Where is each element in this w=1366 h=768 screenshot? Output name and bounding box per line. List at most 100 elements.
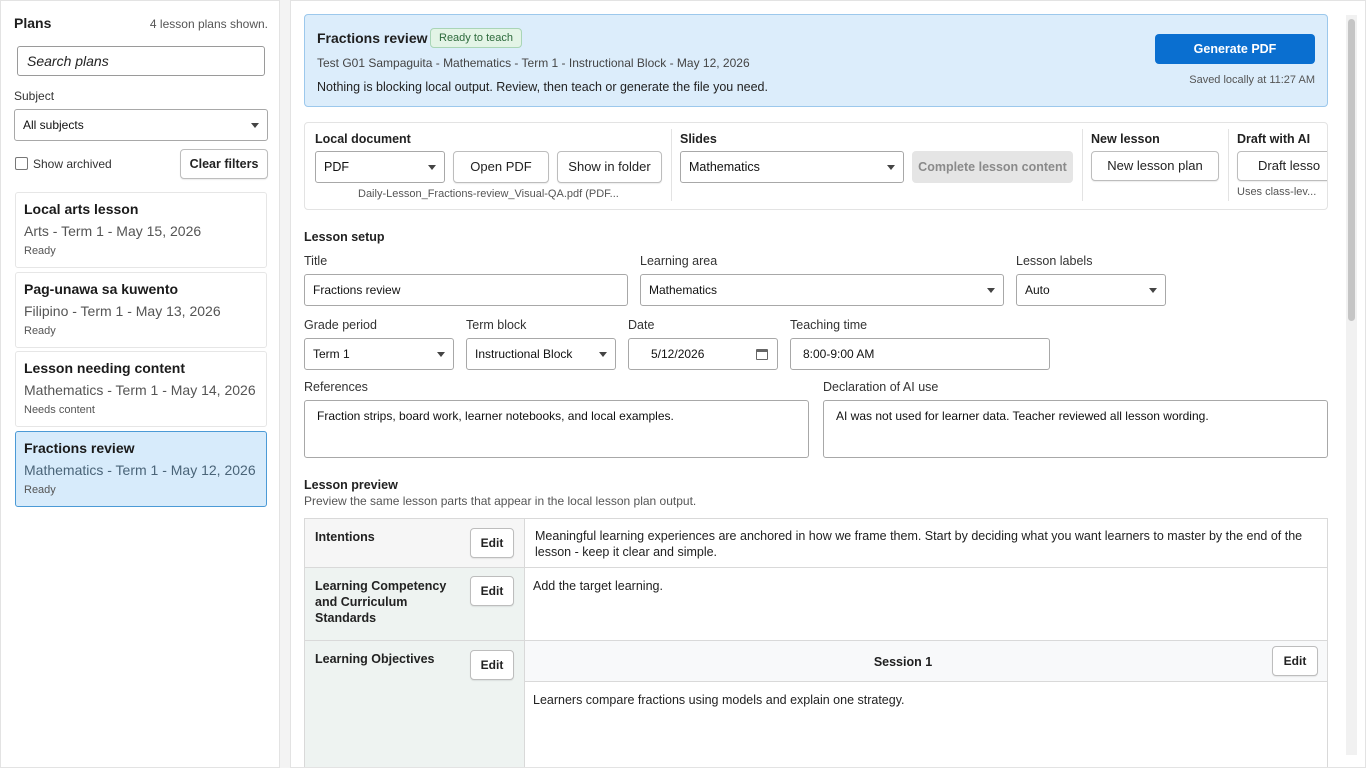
term-block-label: Term block <box>466 318 527 332</box>
open-pdf-button[interactable]: Open PDF <box>453 151 549 183</box>
subject-select-value: All subjects <box>23 118 84 132</box>
chevron-down-icon <box>437 352 445 357</box>
banner-title: Fractions review <box>317 30 428 46</box>
references-field[interactable]: Fraction strips, board work, learner not… <box>304 400 809 458</box>
learning-area-value: Mathematics <box>649 283 718 297</box>
local-document-label: Local document <box>315 132 411 146</box>
generate-pdf-button[interactable]: Generate PDF <box>1155 34 1315 64</box>
main-scrollbar[interactable] <box>1346 15 1357 755</box>
lesson-preview-table: Intentions Edit Meaningful learning expe… <box>304 518 1328 767</box>
term-block-select[interactable]: Instructional Block <box>466 338 616 370</box>
plan-status: Needs content <box>24 404 95 416</box>
date-field[interactable]: 5/12/2026 <box>628 338 778 370</box>
new-lesson-label: New lesson <box>1091 132 1160 146</box>
chevron-down-icon <box>887 165 895 170</box>
plans-sidebar: Plans 4 lesson plans shown. Search plans… <box>0 0 280 768</box>
plan-status: Ready <box>24 484 56 496</box>
sidebar-title: Plans <box>14 15 52 31</box>
chevron-down-icon <box>987 288 995 293</box>
grade-period-label: Grade period <box>304 318 377 332</box>
new-lesson-plan-button[interactable]: New lesson plan <box>1091 151 1219 181</box>
format-select[interactable]: PDF <box>315 151 445 183</box>
edit-session-button[interactable]: Edit <box>1272 646 1318 676</box>
title-label: Title <box>304 254 328 268</box>
plan-card[interactable]: Lesson needing content Mathematics - Ter… <box>15 351 267 427</box>
objectives-row-header: Learning Objectives Edit <box>305 641 525 767</box>
calendar-icon[interactable] <box>756 349 768 360</box>
saved-status: Saved locally at 11:27 AM <box>1189 74 1315 86</box>
show-archived-label: Show archived <box>33 157 112 171</box>
plan-meta: Mathematics - Term 1 - May 14, 2026 <box>24 382 256 398</box>
subject-select[interactable]: All subjects <box>14 109 268 141</box>
main-panel: Fractions review Ready to teach Test G01… <box>290 0 1366 768</box>
divider <box>1228 129 1229 201</box>
objectives-name: Learning Objectives <box>315 652 435 666</box>
draft-with-ai-label: Draft with AI <box>1237 132 1311 146</box>
learning-area-label: Learning area <box>640 254 718 268</box>
term-block-value: Instructional Block <box>475 347 573 361</box>
lesson-setup-heading: Lesson setup <box>304 230 385 244</box>
format-select-value: PDF <box>324 160 349 174</box>
lesson-preview-heading: Lesson preview <box>304 478 398 492</box>
plan-card[interactable]: Pag-unawa sa kuwento Filipino - Term 1 -… <box>15 272 267 348</box>
lesson-labels-select[interactable]: Auto <box>1016 274 1166 306</box>
clear-filters-button[interactable]: Clear filters <box>180 149 268 179</box>
complete-lesson-content-button[interactable]: Complete lesson content <box>912 151 1073 183</box>
output-filename: Daily-Lesson_Fractions-review_Visual-QA.… <box>358 188 619 200</box>
plan-card-selected[interactable]: Fractions review Mathematics - Term 1 - … <box>15 431 267 507</box>
date-value: 5/12/2026 <box>651 347 705 361</box>
status-banner: Fractions review Ready to teach Test G01… <box>304 14 1328 107</box>
competency-row-header: Learning Competency and Curriculum Stand… <box>305 568 525 641</box>
intentions-text: Meaningful learning experiences are anch… <box>535 529 1303 559</box>
competency-row-content: Add the target learning. <box>525 568 1327 641</box>
plan-meta: Mathematics - Term 1 - May 12, 2026 <box>24 462 256 478</box>
ai-declaration-field[interactable]: AI was not used for learner data. Teache… <box>823 400 1328 458</box>
plan-status: Ready <box>24 245 56 257</box>
objectives-row-content: Learners compare fractions using models … <box>525 682 1327 767</box>
competency-name: Learning Competency and Curriculum Stand… <box>315 579 447 625</box>
show-in-folder-button[interactable]: Show in folder <box>557 151 662 183</box>
slides-select-value: Mathematics <box>689 160 760 174</box>
intentions-name: Intentions <box>315 530 375 544</box>
lesson-labels-value: Auto <box>1025 283 1050 297</box>
references-label: References <box>304 380 368 394</box>
sidebar-header: Plans 4 lesson plans shown. <box>14 15 268 35</box>
plan-title: Local arts lesson <box>24 201 139 217</box>
edit-intentions-button[interactable]: Edit <box>470 528 514 558</box>
edit-objectives-button[interactable]: Edit <box>470 650 514 680</box>
title-field[interactable]: Fractions review <box>304 274 628 306</box>
intentions-row-content: Meaningful learning experiences are anch… <box>525 519 1327 568</box>
plan-meta: Arts - Term 1 - May 15, 2026 <box>24 223 202 239</box>
date-label: Date <box>628 318 655 332</box>
plan-card[interactable]: Local arts lesson Arts - Term 1 - May 15… <box>15 192 267 268</box>
show-archived-checkbox[interactable] <box>15 157 28 170</box>
scrollbar-thumb[interactable] <box>1348 19 1355 321</box>
objectives-text: Learners compare fractions using models … <box>533 693 905 707</box>
grade-period-value: Term 1 <box>313 347 350 361</box>
plan-status: Ready <box>24 325 56 337</box>
ai-declaration-label: Declaration of AI use <box>823 380 939 394</box>
draft-note: Uses class-lev... <box>1237 186 1317 198</box>
teaching-time-label: Teaching time <box>790 318 868 332</box>
divider <box>1082 129 1083 201</box>
lesson-labels-label: Lesson labels <box>1016 254 1093 268</box>
draft-lesson-button[interactable]: Draft lesso <box>1237 151 1327 181</box>
banner-note: Nothing is blocking local output. Review… <box>317 80 768 94</box>
plan-title: Pag-unawa sa kuwento <box>24 281 179 297</box>
slides-select[interactable]: Mathematics <box>680 151 904 183</box>
edit-competency-button[interactable]: Edit <box>470 576 514 606</box>
session-title: Session 1 <box>873 655 933 669</box>
status-badge: Ready to teach <box>430 28 522 48</box>
teaching-time-field[interactable]: 8:00-9:00 AM <box>790 338 1050 370</box>
search-input[interactable]: Search plans <box>17 46 265 76</box>
chevron-down-icon <box>599 352 607 357</box>
subject-label: Subject <box>14 89 55 103</box>
learning-area-select[interactable]: Mathematics <box>640 274 1004 306</box>
divider <box>671 129 672 201</box>
banner-meta: Test G01 Sampaguita - Mathematics - Term… <box>317 56 750 70</box>
grade-period-select[interactable]: Term 1 <box>304 338 454 370</box>
plan-meta: Filipino - Term 1 - May 13, 2026 <box>24 303 221 319</box>
competency-text: Add the target learning. <box>533 579 663 593</box>
lesson-preview-subheading: Preview the same lesson parts that appea… <box>304 494 697 508</box>
plan-title: Fractions review <box>24 440 135 456</box>
